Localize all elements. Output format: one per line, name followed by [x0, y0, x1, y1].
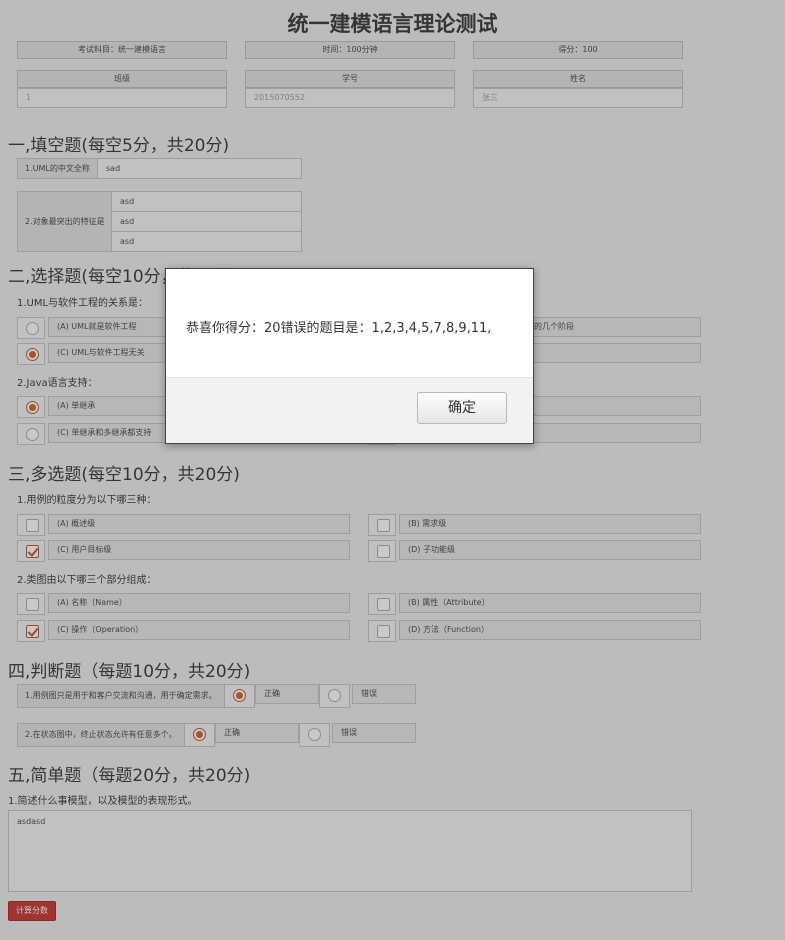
alert-message: 恭喜你得分：20错误的题目是：1,2,3,4,5,7,8,9,11,	[186, 321, 492, 336]
alert-dialog: 恭喜你得分：20错误的题目是：1,2,3,4,5,7,8,9,11, 确定	[165, 268, 534, 444]
ok-button[interactable]: 确定	[417, 392, 507, 424]
modal-overlay	[0, 0, 785, 940]
alert-footer: 确定	[166, 377, 533, 443]
